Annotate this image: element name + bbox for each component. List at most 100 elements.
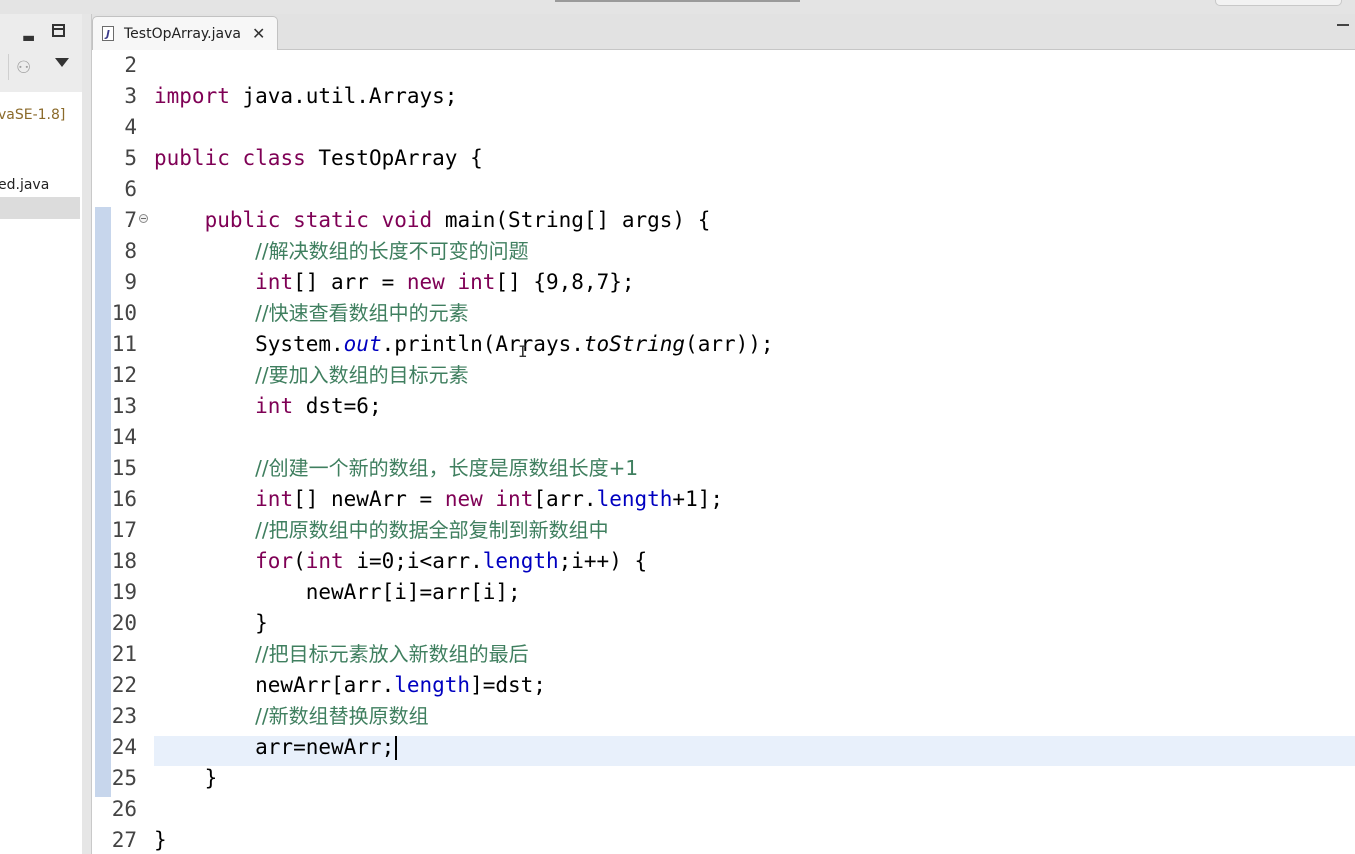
view-menu-chevron-down-icon[interactable] xyxy=(55,58,69,67)
editor-tab-bar: J TestOpArray.java ✕ xyxy=(92,14,1355,50)
code-line[interactable]: 16 int[] newArr = new int[arr.length+1]; xyxy=(92,484,1355,515)
code-line[interactable]: 3 import java.util.Arrays; xyxy=(92,81,1355,112)
code-keyword: int xyxy=(255,487,294,511)
line-number: 2 xyxy=(124,53,137,77)
editor-minimize-icon[interactable] xyxy=(1337,24,1349,26)
code-line[interactable]: 7 public static void main(String[] args)… xyxy=(92,205,1355,236)
code-keyword: public xyxy=(154,146,230,170)
line-number: 13 xyxy=(111,394,137,418)
selected-tree-row[interactable] xyxy=(0,197,80,219)
pane-divider[interactable] xyxy=(82,14,92,854)
code-token: } xyxy=(154,611,268,635)
code-text: } xyxy=(154,608,268,639)
line-number: 24 xyxy=(111,735,137,759)
quick-access-box[interactable] xyxy=(1215,0,1342,6)
code-line[interactable]: 9 int[] arr = new int[] {9,8,7}; xyxy=(92,267,1355,298)
code-line[interactable]: 6 xyxy=(92,174,1355,205)
code-keyword: class xyxy=(242,146,306,170)
code-comment: //创建一个新的数组，长度是原数组长度+1 xyxy=(255,456,639,480)
code-line[interactable]: 22 newArr[arr.length]=dst; xyxy=(92,670,1355,701)
close-icon[interactable]: ✕ xyxy=(252,24,265,43)
code-token: [] newArr = xyxy=(293,487,445,511)
code-line[interactable]: 5 public class TestOpArray { xyxy=(92,143,1355,174)
code-editor[interactable]: 2 3 import java.util.Arrays; 4 5 public class… xyxy=(92,50,1355,854)
code-token: System. xyxy=(154,332,344,356)
code-line[interactable]: 24 arr=newArr; xyxy=(92,732,1355,763)
code-line[interactable]: 23 //新数组替换原数组 xyxy=(92,701,1355,732)
code-text: public static void main(String[] args) { xyxy=(154,205,711,236)
code-line[interactable]: 21 //把目标元素放入新数组的最后 xyxy=(92,639,1355,670)
code-comment: //快速查看数组中的元素 xyxy=(255,301,469,325)
toolbar-separator xyxy=(8,54,9,80)
code-text: //把目标元素放入新数组的最后 xyxy=(154,639,528,670)
code-token: length xyxy=(394,673,471,697)
link-with-editor-icon[interactable]: ⚇ xyxy=(16,58,31,78)
code-line[interactable]: 27} xyxy=(92,825,1355,854)
code-keyword: int xyxy=(255,270,294,294)
package-explorer: ▬ ⚇ vaSE-1.8] ed.java xyxy=(0,14,82,854)
line-number: 15 xyxy=(111,456,137,480)
code-line[interactable]: 18 for(int i=0;i<arr.length;i++) { xyxy=(92,546,1355,577)
code-line[interactable]: 19 newArr[i]=arr[i]; xyxy=(92,577,1355,608)
code-line[interactable]: 8 //解决数组的长度不可变的问题 xyxy=(92,236,1355,267)
package-explorer-toolbar: ▬ ⚇ xyxy=(0,14,82,92)
text-caret xyxy=(395,736,398,760)
code-line[interactable]: 20 } xyxy=(92,608,1355,639)
code-comment: //要加入数组的目标元素 xyxy=(255,363,469,387)
java-file-item[interactable]: ed.java xyxy=(0,177,49,193)
code-line[interactable]: 12 //要加入数组的目标元素 xyxy=(92,360,1355,391)
code-line[interactable]: 15 //创建一个新的数组，长度是原数组长度+1 xyxy=(92,453,1355,484)
code-keyword: int xyxy=(305,549,344,573)
line-number: 9 xyxy=(124,270,137,294)
code-line[interactable]: 4 xyxy=(92,112,1355,143)
code-token: } xyxy=(154,766,218,790)
code-line[interactable]: 25 } xyxy=(92,763,1355,794)
minimize-icon[interactable]: ▬ xyxy=(22,30,35,46)
code-token: length xyxy=(482,549,559,573)
code-line[interactable]: 17 //把原数组中的数据全部复制到新数组中 xyxy=(92,515,1355,546)
code-keyword: static xyxy=(293,208,369,232)
code-token: newArr[i]=arr[i]; xyxy=(154,580,521,604)
editor-tab-testoparray[interactable]: J TestOpArray.java ✕ xyxy=(92,16,278,50)
maximize-icon[interactable] xyxy=(52,24,65,37)
code-text: //快速查看数组中的元素 xyxy=(154,298,469,329)
code-token: toString xyxy=(583,332,686,356)
code-line[interactable]: 14 xyxy=(92,422,1355,453)
line-number: 6 xyxy=(124,177,137,201)
code-token: TestOpArray { xyxy=(305,146,483,170)
code-token: (arr)); xyxy=(685,332,774,356)
code-token: ]=dst; xyxy=(470,673,546,697)
code-line[interactable]: 10 //快速查看数组中的元素 xyxy=(92,298,1355,329)
code-text: newArr[arr.length]=dst; xyxy=(154,670,546,701)
code-token: +1]; xyxy=(672,487,723,511)
code-text: int dst=6; xyxy=(154,391,381,422)
code-token: ;i++) { xyxy=(558,549,648,573)
code-line[interactable]: 2 xyxy=(92,50,1355,81)
code-line[interactable]: 26 xyxy=(92,794,1355,825)
line-number: 3 xyxy=(124,84,137,108)
code-line[interactable]: 11 System.out.println(Arrays.toString(ar… xyxy=(92,329,1355,360)
code-line[interactable]: 13 int dst=6; xyxy=(92,391,1355,422)
code-token: newArr[arr. xyxy=(154,673,395,697)
fold-collapse-icon[interactable] xyxy=(139,214,148,223)
line-number: 14 xyxy=(111,425,137,449)
code-text: } xyxy=(154,825,167,854)
code-token: length xyxy=(596,487,673,511)
code-keyword: int xyxy=(495,487,534,511)
code-text: newArr[i]=arr[i]; xyxy=(154,577,521,608)
jre-library-item[interactable]: vaSE-1.8] xyxy=(0,107,65,123)
